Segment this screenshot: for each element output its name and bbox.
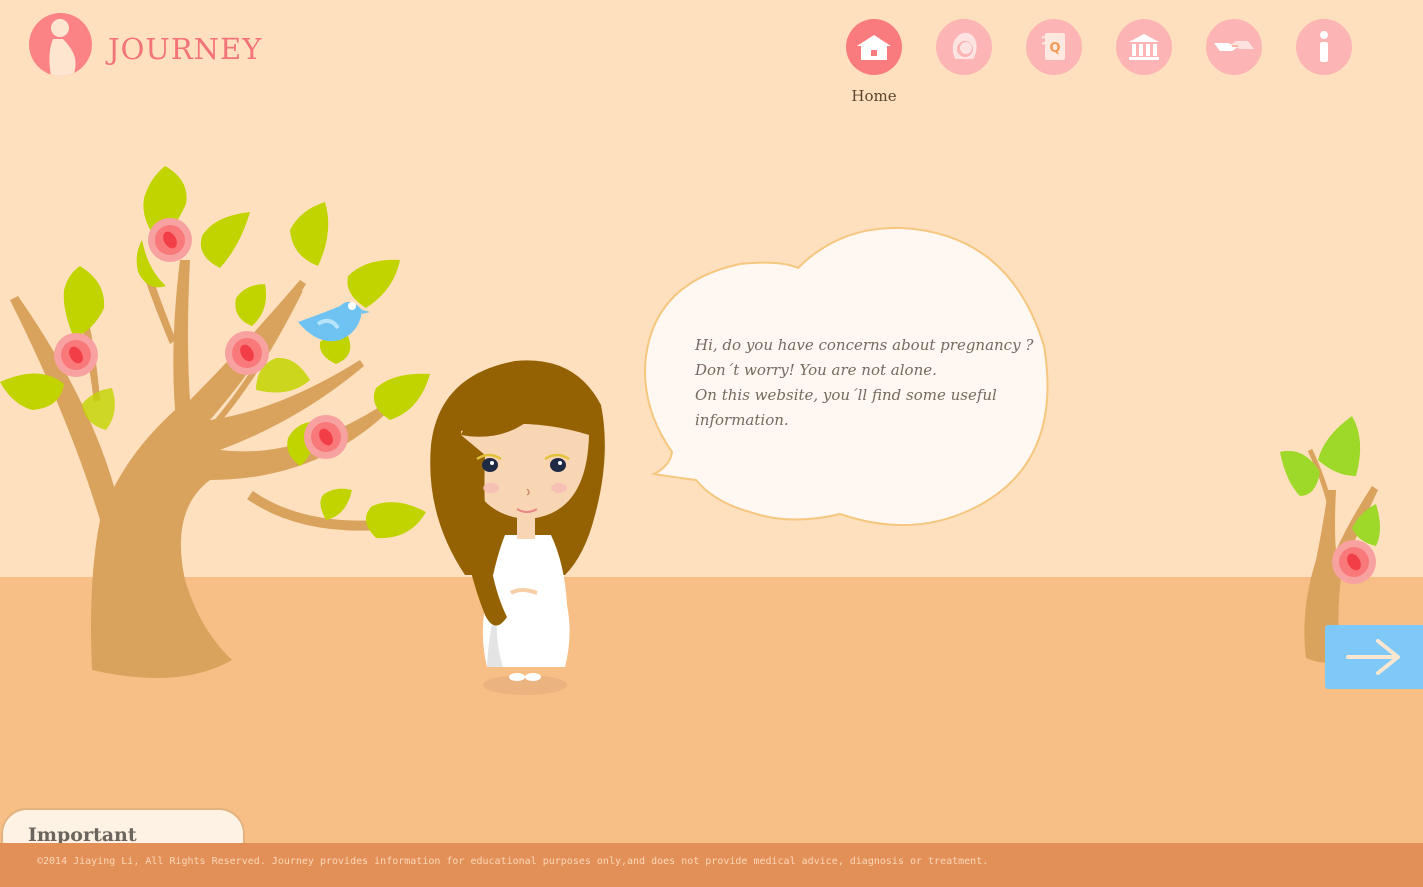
- logo-text: JOURNEY: [108, 31, 263, 66]
- nav-item-handshake[interactable]: [1206, 19, 1262, 75]
- home-icon[interactable]: [846, 19, 902, 75]
- bubble-line: information.: [695, 411, 789, 429]
- handshake-icon[interactable]: [1206, 19, 1262, 75]
- bubble-line: Don´t worry! You are not alone.: [695, 361, 937, 379]
- footer: ©2014 Jiaying Li, All Rights Reserved. J…: [0, 843, 1423, 887]
- arrow-right-icon: [1346, 639, 1400, 675]
- footer-text: ©2014 Jiaying Li, All Rights Reserved. J…: [37, 856, 989, 867]
- institution-icon[interactable]: [1116, 19, 1172, 75]
- main-nav: Home Q: [846, 19, 1356, 109]
- nav-item-faq[interactable]: Q: [1026, 19, 1082, 75]
- next-button[interactable]: [1325, 625, 1423, 689]
- nav-item-institution[interactable]: [1116, 19, 1172, 75]
- pregnant-woman-logo-icon: [29, 13, 92, 76]
- nav-label-home: Home: [851, 87, 897, 105]
- face-icon[interactable]: [936, 19, 992, 75]
- svg-text:Q: Q: [1049, 41, 1060, 56]
- nav-item-face[interactable]: [936, 19, 992, 75]
- bird-icon: [298, 301, 370, 342]
- faq-icon[interactable]: Q: [1026, 19, 1082, 75]
- bubble-text: Hi, do you have concerns about pregnancy…: [695, 333, 1035, 433]
- nav-item-info[interactable]: [1296, 19, 1352, 75]
- pregnant-woman-character: [430, 360, 605, 695]
- bubble-line: Hi, do you have concerns about pregnancy…: [695, 336, 1034, 354]
- info-icon[interactable]: [1296, 19, 1352, 75]
- tree-illustration: [0, 166, 430, 678]
- nav-item-home[interactable]: Home: [846, 19, 902, 105]
- bubble-line: On this website, you´ll find some useful: [695, 386, 997, 404]
- logo[interactable]: JOURNEY: [29, 13, 262, 76]
